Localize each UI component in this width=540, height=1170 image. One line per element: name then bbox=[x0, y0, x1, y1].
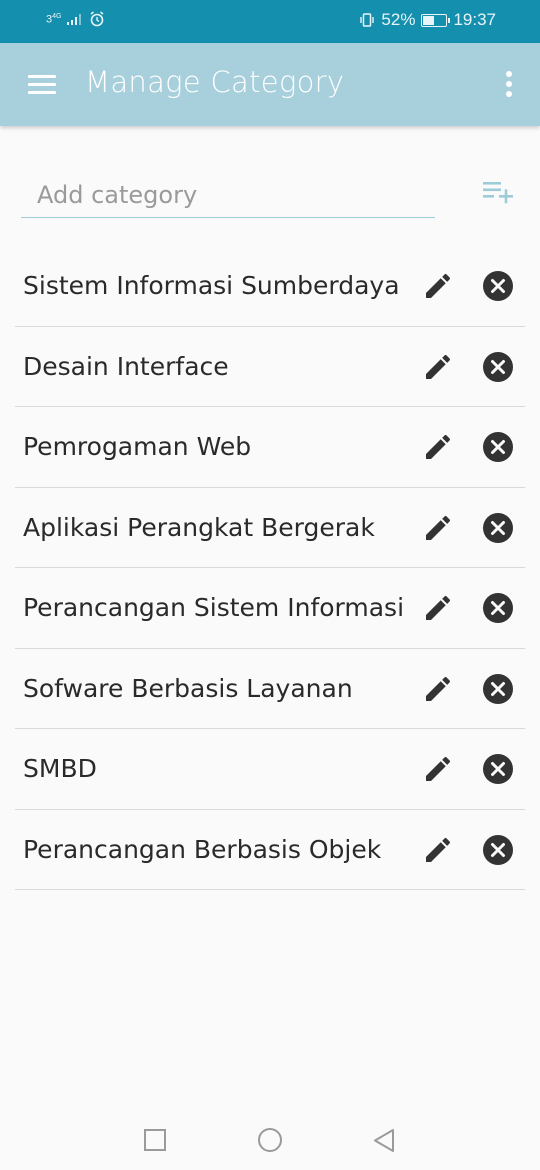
back-triangle-icon[interactable] bbox=[372, 1128, 396, 1154]
hamburger-menu-icon[interactable] bbox=[28, 75, 56, 95]
category-label: Aplikasi Perangkat Bergerak bbox=[23, 512, 375, 542]
system-nav-bar bbox=[0, 1112, 540, 1170]
clock: 19:37 bbox=[453, 10, 496, 29]
list-item[interactable]: Sistem Informasi Sumberdaya bbox=[15, 246, 525, 327]
close-circle-icon[interactable] bbox=[482, 753, 514, 785]
playlist-add-icon[interactable] bbox=[481, 178, 517, 208]
status-right: 52% 19:37 bbox=[359, 10, 496, 30]
category-label: SMBD bbox=[23, 754, 97, 783]
vibrate-icon bbox=[360, 13, 375, 27]
status-left: 34G bbox=[46, 11, 105, 27]
pencil-icon[interactable] bbox=[422, 673, 454, 705]
close-circle-icon[interactable] bbox=[482, 351, 514, 383]
pencil-icon[interactable] bbox=[422, 753, 454, 785]
close-circle-icon[interactable] bbox=[482, 512, 514, 544]
status-bar: 34G 52% 19:37 bbox=[0, 0, 540, 43]
pencil-icon[interactable] bbox=[422, 834, 454, 866]
add-category-row bbox=[21, 172, 521, 222]
list-item[interactable]: Pemrogaman Web bbox=[15, 407, 525, 488]
category-label: Pemrogaman Web bbox=[23, 432, 252, 461]
page-title: Manage Category bbox=[85, 65, 345, 99]
list-item[interactable]: Perancangan Sistem Informasi bbox=[15, 568, 525, 649]
category-label: Sistem Informasi Sumberdaya bbox=[23, 271, 400, 300]
pencil-icon[interactable] bbox=[422, 270, 454, 302]
alarm-icon bbox=[91, 11, 104, 27]
category-label: Perancangan Berbasis Objek bbox=[23, 834, 382, 864]
more-vertical-icon[interactable] bbox=[504, 71, 514, 99]
close-circle-icon[interactable] bbox=[482, 834, 514, 866]
close-circle-icon[interactable] bbox=[482, 431, 514, 463]
app-bar: Manage Category bbox=[0, 43, 540, 126]
list-item[interactable]: Perancangan Berbasis Objek bbox=[15, 810, 525, 890]
pencil-icon[interactable] bbox=[422, 431, 454, 463]
category-label: Perancangan Sistem Informasi bbox=[23, 593, 405, 622]
category-label: Desain Interface bbox=[23, 351, 229, 381]
pencil-icon[interactable] bbox=[422, 351, 454, 383]
network-label: 34G bbox=[46, 12, 62, 26]
home-circle-icon[interactable] bbox=[257, 1128, 283, 1154]
battery-percent: 52% bbox=[381, 10, 416, 29]
list-item[interactable]: SMBD bbox=[15, 729, 525, 810]
signal-icon bbox=[67, 14, 82, 25]
add-category-input[interactable] bbox=[21, 172, 435, 218]
close-circle-icon[interactable] bbox=[482, 592, 514, 624]
close-circle-icon[interactable] bbox=[482, 673, 514, 705]
category-label: Sofware Berbasis Layanan bbox=[23, 673, 353, 703]
close-circle-icon[interactable] bbox=[482, 270, 514, 302]
list-item[interactable]: Desain Interface bbox=[15, 327, 525, 407]
list-item[interactable]: Sofware Berbasis Layanan bbox=[15, 649, 525, 729]
battery-icon bbox=[421, 13, 451, 27]
list-item[interactable]: Aplikasi Perangkat Bergerak bbox=[15, 488, 525, 568]
battery-fill bbox=[423, 15, 434, 25]
recents-square-icon[interactable] bbox=[143, 1128, 167, 1152]
category-list: Sistem Informasi Sumberdaya Desain Interf… bbox=[15, 246, 525, 890]
pencil-icon[interactable] bbox=[422, 592, 454, 624]
pencil-icon[interactable] bbox=[422, 512, 454, 544]
